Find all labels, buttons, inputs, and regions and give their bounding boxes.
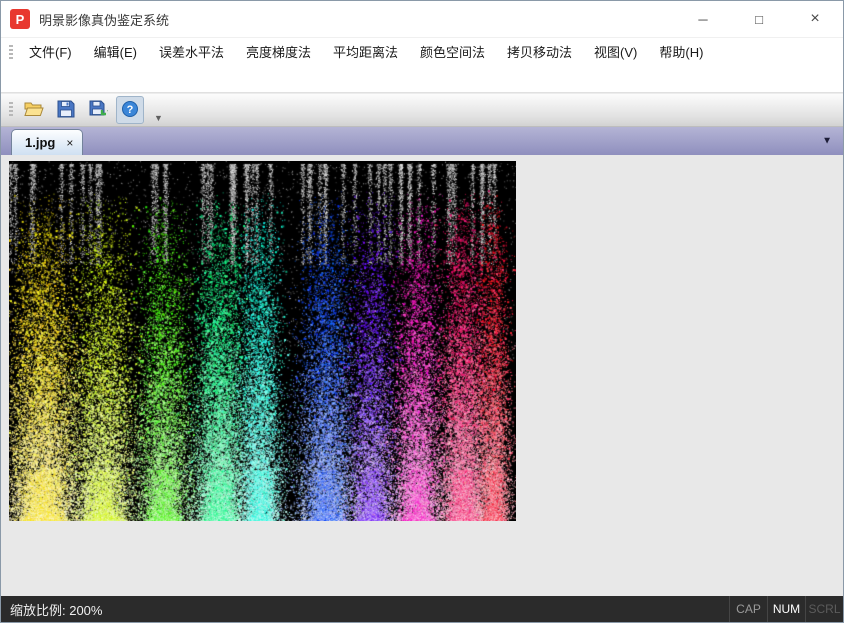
- menu-item-average-distance[interactable]: 平均距离法: [322, 41, 409, 65]
- zoom-ratio-label: 缩放比例: 200%: [10, 600, 102, 619]
- save-icon: [57, 100, 75, 121]
- document-tab-bar: 1.jpg × ▼: [1, 127, 843, 155]
- toolbar: ? ▼: [1, 93, 843, 127]
- tab-close-icon[interactable]: ×: [66, 136, 73, 150]
- maximize-button[interactable]: □: [731, 1, 787, 37]
- title-bar: P 明景影像真伪鉴定系统 ─ □ ×: [1, 1, 843, 37]
- rebar-spacer: [1, 67, 843, 93]
- status-bar: 缩放比例: 200% CAP NUM SCRL: [1, 596, 843, 622]
- document-view-area: [1, 155, 843, 596]
- num-lock-indicator: NUM: [767, 596, 805, 622]
- menu-bar: 文件(F) 编辑(E) 误差水平法 亮度梯度法 平均距离法 颜色空间法 拷贝移动…: [1, 37, 843, 67]
- tab-list-dropdown-icon[interactable]: ▼: [822, 136, 832, 147]
- keyboard-indicators: CAP NUM SCRL: [729, 596, 843, 622]
- document-tab[interactable]: 1.jpg ×: [11, 129, 83, 155]
- menu-item-view[interactable]: 视图(V): [583, 41, 648, 65]
- window-title: 明景影像真伪鉴定系统: [39, 10, 169, 29]
- help-icon: ?: [121, 100, 139, 121]
- help-button[interactable]: ?: [116, 96, 144, 124]
- app-logo-icon: P: [10, 9, 30, 29]
- document-tab-label: 1.jpg: [25, 135, 55, 150]
- toolbar-grip-handle[interactable]: [9, 102, 13, 118]
- caps-lock-indicator: CAP: [729, 596, 767, 622]
- menu-item-error-level[interactable]: 误差水平法: [148, 41, 235, 65]
- open-file-button[interactable]: [20, 96, 48, 124]
- menu-item-help[interactable]: 帮助(H): [648, 41, 714, 65]
- minimize-button[interactable]: ─: [675, 1, 731, 37]
- close-button[interactable]: ×: [787, 1, 843, 37]
- folder-open-icon: [24, 100, 44, 121]
- menu-item-luminance-gradient[interactable]: 亮度梯度法: [235, 41, 322, 65]
- save-as-icon: [89, 100, 108, 121]
- save-button[interactable]: [52, 96, 80, 124]
- toolbar-overflow-chevron[interactable]: ▼: [154, 113, 163, 126]
- menu-grip-handle[interactable]: [9, 45, 13, 61]
- scroll-lock-indicator: SCRL: [805, 596, 843, 622]
- menu-item-file[interactable]: 文件(F): [18, 41, 83, 65]
- document-image[interactable]: [9, 161, 516, 521]
- menu-item-copy-move[interactable]: 拷贝移动法: [496, 41, 583, 65]
- save-as-button[interactable]: [84, 96, 112, 124]
- menu-item-color-space[interactable]: 颜色空间法: [409, 41, 496, 65]
- svg-text:?: ?: [127, 104, 134, 116]
- menu-item-edit[interactable]: 编辑(E): [83, 41, 148, 65]
